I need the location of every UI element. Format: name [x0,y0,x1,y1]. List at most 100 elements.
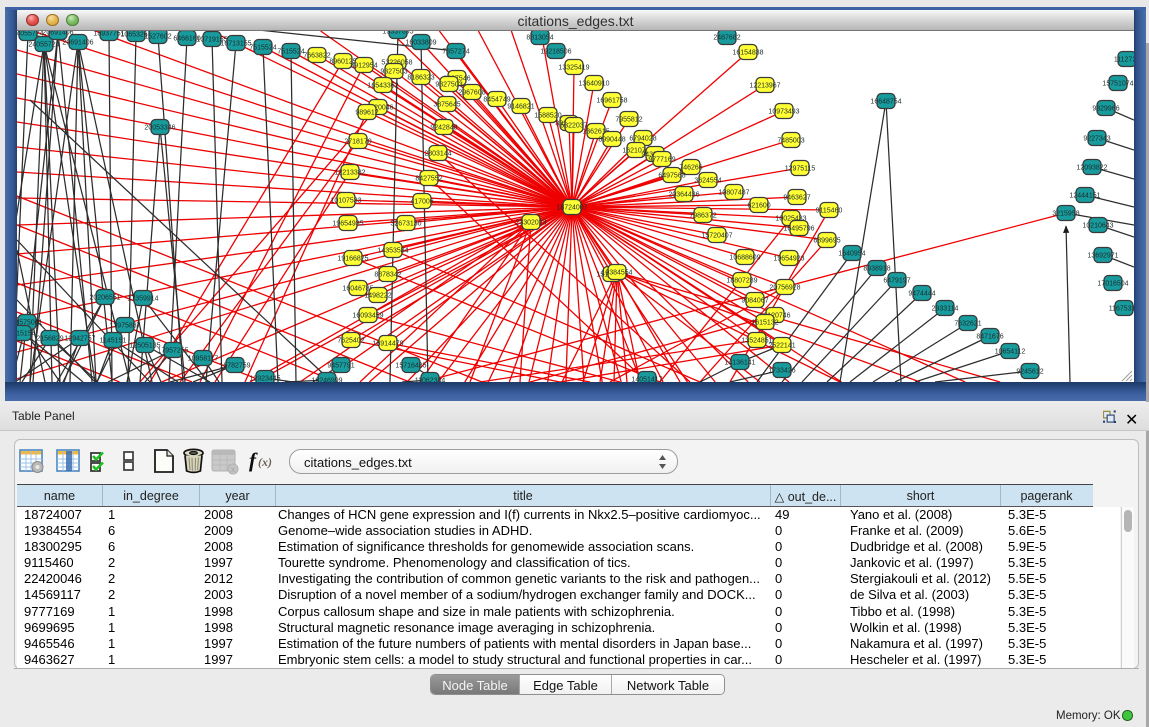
svg-text:989612: 989612 [355,110,378,117]
svg-text:1588520: 1588520 [534,113,561,120]
svg-text:15716485: 15716485 [395,363,426,370]
svg-text:10654112: 10654112 [995,349,1026,356]
svg-text:7632621: 7632621 [954,321,981,328]
svg-text:16961758: 16961758 [596,98,627,105]
svg-text:f: f [249,448,258,472]
svg-text:12213967: 12213967 [749,83,780,90]
svg-text:18246999: 18246999 [311,378,342,383]
svg-text:9457791: 9457791 [327,363,354,370]
svg-text:1498222: 1498222 [364,293,391,300]
svg-text:x: x [231,465,235,474]
svg-text:7955812: 7955812 [615,117,642,124]
svg-text:14136141: 14136141 [724,360,755,367]
svg-text:9327503: 9327503 [435,82,462,89]
svg-text:8813054: 8813054 [526,35,553,42]
svg-text:(x): (x) [258,455,272,469]
svg-text:15720407: 15720407 [701,233,732,240]
svg-text:1615132: 1615132 [751,320,778,327]
svg-text:2487682: 2487682 [713,35,740,42]
svg-text:9242848: 9242848 [430,125,457,132]
svg-text:19654923: 19654923 [773,256,804,263]
svg-text:9084067: 9084067 [741,298,768,305]
svg-text:7357274: 7357274 [442,49,469,56]
svg-text:18724007: 18724007 [556,205,587,212]
svg-text:10107533: 10107533 [330,198,361,205]
svg-text:7485003: 7485003 [777,138,804,145]
svg-text:17016504: 17016504 [1097,281,1128,288]
svg-text:9146821: 9146821 [507,104,534,111]
svg-text:1112721: 1112721 [1114,57,1134,64]
svg-text:12942757: 12942757 [64,336,95,343]
svg-text:8912954: 8912954 [350,63,377,70]
svg-text:19337895: 19337895 [382,31,413,36]
svg-text:17957255: 17957255 [157,348,188,355]
svg-text:9474444: 9474444 [908,291,935,298]
svg-text:13325419: 13325419 [558,65,589,72]
svg-text:621600: 621600 [747,203,770,210]
svg-text:6479197: 6479197 [883,278,910,285]
svg-text:9227343: 9227343 [1083,136,1110,143]
svg-text:16543362: 16543362 [367,83,398,90]
svg-text:12975115: 12975115 [785,166,816,173]
svg-text:3215958: 3215958 [1052,211,1079,218]
svg-text:2718170: 2718170 [344,139,371,146]
svg-text:19218506: 19218506 [540,49,571,56]
svg-text:14353584: 14353584 [377,248,408,255]
svg-text:9245612: 9245612 [1016,369,1043,376]
svg-text:20691406: 20691406 [62,40,93,47]
svg-text:6497568: 6497568 [658,173,685,180]
svg-text:10688609: 10688609 [729,255,760,262]
svg-text:17359914: 17359914 [127,296,158,303]
svg-text:8427552: 8427552 [415,176,442,183]
svg-text:23302023: 23302023 [515,220,546,227]
svg-text:24055724: 24055724 [28,42,59,49]
svg-text:8471676: 8471676 [976,334,1003,341]
svg-text:10807487: 10807487 [718,190,749,197]
svg-text:12213382: 12213382 [334,170,365,177]
svg-text:2933114: 2933114 [932,306,959,313]
svg-text:10973493: 10973493 [768,109,799,116]
svg-text:19654935: 19654935 [332,221,363,228]
svg-text:1145151: 1145151 [100,338,127,345]
svg-text:417006: 417006 [410,199,433,206]
svg-text:3624554: 3624554 [694,178,721,185]
svg-text:12093822: 12093822 [1076,165,1107,172]
svg-text:10210643: 10210643 [1082,223,1113,230]
svg-text:9329966: 9329966 [1092,106,1119,113]
svg-text:19384554: 19384554 [601,270,632,277]
svg-text:9115460: 9115460 [816,208,843,215]
svg-text:14051417: 14051417 [631,377,662,383]
svg-text:18807289: 18807289 [726,278,757,285]
svg-text:16093459: 16093459 [352,313,383,320]
svg-text:20756928: 20756928 [769,285,800,292]
svg-text:7515524: 7515524 [249,45,276,52]
svg-text:1733426: 1733426 [768,368,795,375]
svg-text:1527602: 1527602 [144,34,171,41]
svg-text:10958117: 10958117 [188,356,219,363]
svg-text:15751074: 15751074 [1102,81,1133,88]
svg-text:6899695: 6899695 [813,238,840,245]
svg-text:7515524: 7515524 [277,49,304,56]
svg-text:746266: 746266 [679,165,702,172]
svg-text:8938918: 8938918 [863,266,890,273]
svg-text:8454749: 8454749 [483,97,510,104]
svg-text:7625402: 7625402 [337,338,364,345]
svg-text:2156829: 2156829 [36,336,63,343]
svg-text:12923445: 12923445 [249,376,280,383]
svg-text:16648754: 16648754 [870,99,901,106]
svg-text:12444151: 12444151 [1069,193,1100,200]
svg-text:11675312: 11675312 [1109,306,1134,313]
svg-text:13640910: 13640910 [578,81,609,88]
svg-text:8878342: 8878342 [374,272,401,279]
svg-text:8186323: 8186323 [407,75,434,82]
svg-text:1640954: 1640954 [838,251,865,258]
svg-text:2522141: 2522141 [768,343,795,350]
svg-text:20053346: 20053346 [144,125,175,132]
svg-text:2967608: 2967608 [458,90,485,97]
svg-text:7986372: 7986372 [689,213,716,220]
svg-text:20206551: 20206551 [89,295,120,302]
svg-text:12505135: 12505135 [129,343,160,350]
svg-text:11062344: 11062344 [415,378,446,383]
svg-text:2803144: 2803144 [424,151,451,158]
svg-text:16033809: 16033809 [405,40,436,47]
